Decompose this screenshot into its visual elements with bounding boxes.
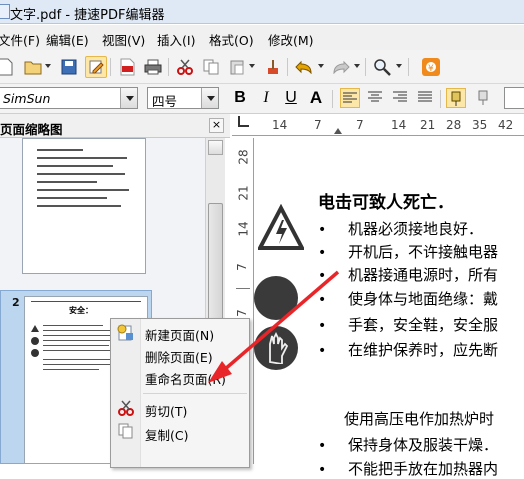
page-number-2: 2 [12, 296, 20, 309]
ruler-tick [236, 288, 250, 289]
menu-edit[interactable]: 编辑(E) [46, 30, 89, 49]
ruler-label: 42 [498, 118, 514, 132]
chevron-down-icon[interactable] [201, 88, 218, 108]
text-tool-icon[interactable] [473, 88, 493, 108]
format-brush-icon[interactable] [262, 56, 284, 78]
menu-item-delete-page[interactable]: 删除页面(E) [145, 347, 213, 366]
bullet-item: 保持身体及服装干燥． [318, 434, 498, 455]
safety-gear-icon [254, 276, 298, 320]
menu-separator [143, 393, 247, 394]
bold-icon[interactable]: B [230, 88, 250, 108]
print-icon[interactable] [142, 56, 164, 78]
glove-glyph-icon [269, 332, 289, 364]
justify-icon[interactable] [415, 88, 435, 108]
svg-text:¥: ¥ [428, 64, 434, 74]
thumbnail-red-rule [31, 301, 141, 302]
copy-icon [118, 423, 133, 439]
electric-hazard-icon [258, 204, 304, 260]
chevron-down-icon[interactable] [120, 88, 137, 108]
align-center-icon[interactable] [365, 88, 385, 108]
align-left-icon[interactable] [340, 88, 360, 108]
ruler-label: 7 [314, 118, 322, 132]
ruler-label: 21 [420, 118, 436, 132]
bullet-item: 机器接通电源时，所有 [318, 264, 498, 285]
document-paragraph: 使用高压电作加热炉时 [344, 410, 495, 428]
undo-icon[interactable] [293, 56, 315, 78]
redo-icon[interactable] [330, 56, 352, 78]
bullet-item: 机器必须接地良好． [318, 218, 483, 239]
paste-icon[interactable] [226, 56, 248, 78]
edit-pencil-icon[interactable] [85, 56, 107, 78]
ruler-label: 14 [236, 221, 251, 237]
thumbnail-circle-icon [31, 337, 39, 345]
menu-insert[interactable]: 插入(I) [157, 30, 195, 49]
ruler-corner-icon [238, 116, 249, 127]
main-toolbar: ¥ [0, 50, 524, 84]
font-size-select[interactable]: 四号 [147, 87, 219, 109]
new-page-icon [117, 324, 133, 341]
extra-select[interactable] [504, 87, 524, 109]
bullet-item: 使身体与地面绝缘：戴 [318, 288, 498, 309]
cut-icon[interactable] [174, 56, 196, 78]
ruler-label: 21 [236, 185, 251, 201]
menu-item-rename-page[interactable]: 重命名页面(R) [145, 369, 226, 388]
panel-title: 页面缩略图 [0, 122, 63, 137]
window-title: 文字.pdf - 捷速PDF编辑器 [10, 8, 165, 23]
format-toolbar: SimSun 四号 B I U A [0, 84, 524, 114]
scroll-up-icon[interactable] [208, 140, 223, 155]
ruler-label: 7 [234, 263, 249, 271]
font-size-value: 四号 [152, 94, 178, 109]
export-pdf-icon[interactable] [116, 56, 138, 78]
underline-icon[interactable]: U [281, 88, 301, 108]
ruler-label: 7 [356, 118, 364, 132]
page-thumbnail-1[interactable] [22, 138, 146, 274]
ruler-label: 28 [236, 149, 251, 165]
zoom-icon[interactable] [371, 56, 393, 78]
page-context-menu: 新建页面(N) 删除页面(E) 重命名页面(R) 剪切(T) 复制(C) [110, 318, 250, 468]
menu-file[interactable]: 文件(F) [0, 30, 40, 49]
open-folder-icon[interactable] [22, 56, 44, 78]
document-heading: 电击可致人死亡． [318, 193, 454, 213]
text-highlight-icon[interactable] [446, 88, 466, 108]
copy-icon[interactable] [200, 56, 222, 78]
document-canvas[interactable]: 电击可致人死亡． 机器必须接地良好． 开机后，不许接触电器 机器接通电源时，所有… [254, 138, 524, 478]
ruler-marker-icon[interactable] [334, 128, 342, 134]
align-right-icon[interactable] [390, 88, 410, 108]
italic-icon[interactable]: I [256, 88, 276, 108]
close-icon[interactable]: × [209, 118, 224, 133]
ruler-label: 14 [391, 118, 407, 132]
title-bar: 文字.pdf - 捷速PDF编辑器 [0, 0, 524, 24]
thumbnail-circle-icon [31, 349, 39, 357]
save-icon[interactable] [58, 56, 80, 78]
ruler-label: 14 [272, 118, 288, 132]
ruler-label: 7 [234, 309, 249, 317]
font-family-value: SimSun [3, 91, 51, 106]
font-family-select[interactable]: SimSun [0, 87, 138, 109]
thumbnail-heading: 安全： [69, 306, 93, 315]
bullet-item: 不能把手放在加热器内 [318, 458, 498, 479]
menu-item-cut[interactable]: 剪切(T) [145, 401, 187, 420]
menu-bar: 文件(F) 编辑(E) 视图(V) 插入(I) 格式(O) 修改(M) [0, 25, 524, 50]
ruler-label: 28 [446, 118, 462, 132]
warning-triangle-icon [31, 325, 39, 332]
menu-item-new-page[interactable]: 新建页面(N) [145, 325, 214, 344]
ruler-label: 35 [472, 118, 488, 132]
menu-modify[interactable]: 修改(M) [268, 30, 314, 49]
new-document-icon[interactable] [0, 56, 16, 78]
menu-item-copy[interactable]: 复制(C) [145, 425, 188, 444]
menu-view[interactable]: 视图(V) [102, 30, 145, 49]
promo-icon[interactable]: ¥ [420, 56, 442, 78]
horizontal-ruler: 14 7 7 14 21 28 35 42 [232, 114, 524, 136]
bullet-item: 在维护保养时，应先断 [318, 339, 498, 360]
thumbnail-panel-header: 页面缩略图 × [0, 114, 230, 138]
bullet-item: 开机后，不许接触电器 [318, 241, 498, 262]
app-icon [0, 4, 10, 19]
menu-format[interactable]: 格式(O) [209, 30, 254, 49]
scissors-icon [118, 400, 134, 416]
bullet-item: 手套，安全鞋，安全服 [318, 314, 498, 335]
font-color-icon[interactable]: A [306, 88, 326, 108]
